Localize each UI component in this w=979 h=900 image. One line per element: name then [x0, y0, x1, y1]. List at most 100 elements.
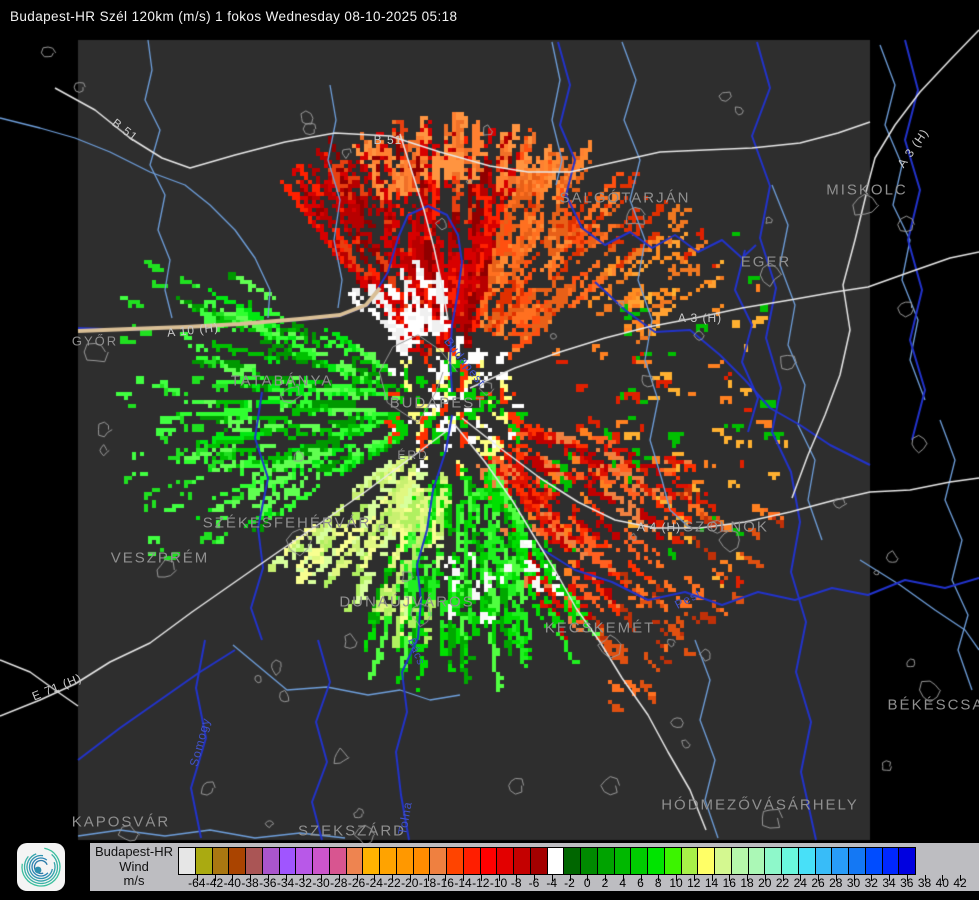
legend-tick-label: 22: [775, 876, 790, 890]
legend-title: Budapest-HR Wind m/s: [90, 844, 178, 889]
legend-color-cell: [663, 847, 682, 875]
legend-color-cell: [395, 847, 414, 875]
legend-color-cell: [446, 847, 464, 875]
legend-tick-label: -42: [205, 876, 224, 890]
legend-color-cell: [797, 847, 816, 875]
legend-color-cell: [429, 847, 447, 875]
legend-tick-label: 8: [654, 876, 662, 890]
radar-spiral-logo-icon: [17, 843, 65, 891]
legend-tick-label: -38: [241, 876, 259, 890]
legend-units: m/s: [123, 873, 145, 888]
legend-color-cell: [412, 847, 431, 875]
legend-color-cell: [781, 847, 799, 875]
legend-color-cell: [245, 847, 263, 875]
legend-tick-label: -34: [276, 876, 295, 890]
legend-color-cell: [580, 847, 598, 875]
legend-tick-label: 34: [882, 876, 896, 890]
legend-color-cell: [211, 847, 230, 875]
legend-tick-label: -20: [401, 876, 419, 890]
city-label: SALGÓTARJÁN: [559, 189, 691, 207]
legend-tick-label: 28: [829, 876, 843, 890]
legend-color-bar: [178, 847, 916, 875]
legend-color-cell: [697, 847, 715, 875]
legend-tick-label: 30: [846, 876, 861, 890]
legend-color-cell: [178, 847, 196, 875]
legend-tick-label: -4: [546, 876, 558, 890]
city-label: KECSKEMÉT: [544, 619, 656, 637]
legend-color-cell: [261, 847, 280, 875]
legend-color-cell: [529, 847, 548, 875]
radar-map-canvas: [0, 0, 979, 900]
legend-color-cell: [630, 847, 648, 875]
city-label: GYŐR: [71, 333, 119, 349]
legend-tick-label: -16: [436, 876, 454, 890]
city-label: SZEKSZÁRD: [297, 822, 407, 840]
legend-tick-label: 42: [953, 876, 967, 890]
radar-app-window: { "header": { "title": "Budapest-HR Szél…: [0, 0, 979, 900]
legend-tick-label: 16: [722, 876, 736, 890]
legend-tick-label: -36: [259, 876, 277, 890]
legend-color-cell: [328, 847, 347, 875]
legend-tick-label: 40: [935, 876, 949, 890]
city-label: SZÉKESFEHÉRVÁR: [202, 514, 372, 532]
legend-color-cell: [546, 847, 565, 875]
road-label: A 3 (H): [677, 311, 723, 325]
city-label: MISKOLC: [826, 181, 908, 199]
legend-tick-label: 2: [601, 876, 609, 890]
legend-color-cell: [764, 847, 782, 875]
city-label: BÉKÉSCSABA: [887, 696, 979, 714]
legend-color-cell: [613, 847, 632, 875]
legend-tick-label: 10: [669, 876, 683, 890]
legend-tick-label: -28: [330, 876, 348, 890]
legend-tick-label: 36: [900, 876, 914, 890]
legend-color-cell: [596, 847, 615, 875]
legend-product: Wind: [119, 858, 149, 874]
page-title: Budapest-HR Szél 120km (m/s) 1 fokos Wed…: [10, 9, 458, 24]
road-label: A 4 (H): [636, 520, 682, 534]
legend-color-cell: [379, 847, 397, 875]
legend-tick-label: 12: [687, 876, 701, 890]
legend-tick-label: -8: [510, 876, 522, 890]
legend-color-cell: [563, 847, 581, 875]
legend-tick-label: -10: [489, 876, 508, 890]
legend-color-cell: [831, 847, 849, 875]
legend-tick-label: -24: [365, 876, 383, 890]
legend-color-cell: [462, 847, 481, 875]
legend-color-cell: [680, 847, 699, 875]
legend-tick-label: 4: [619, 876, 627, 890]
legend-color-cell: [730, 847, 749, 875]
legend-tick-label: -64: [188, 876, 206, 890]
legend-color-cell: [881, 847, 900, 875]
legend-color-cell: [295, 847, 313, 875]
legend-source: Budapest-HR: [94, 844, 174, 859]
legend-tick-label: -30: [312, 876, 330, 890]
legend-tick-label: 24: [793, 876, 807, 890]
city-label: ÉRD: [397, 448, 429, 462]
city-label: BUDAPEST: [389, 394, 487, 412]
legend-tick-label: 26: [811, 876, 825, 890]
legend-color-cell: [848, 847, 866, 875]
legend-color-cell: [747, 847, 766, 875]
road-label: B 51: [373, 133, 403, 147]
legend-color-cell: [479, 847, 498, 875]
legend-color-cell: [714, 847, 732, 875]
legend-panel: Budapest-HR Wind m/s -64 -42 -40 -38 -36 -34-…: [90, 843, 979, 891]
legend-tick-label: 20: [758, 876, 772, 890]
legend-tick-label: 18: [740, 876, 754, 890]
legend-color-cell: [362, 847, 380, 875]
legend-tick-label: -26: [347, 876, 366, 890]
legend-color-cell: [278, 847, 297, 875]
legend-tick-label: -40: [223, 876, 241, 890]
legend-tick-label: -32: [294, 876, 312, 890]
city-label: HÓDMEZŐVÁSÁRHELY: [661, 796, 859, 814]
legend-tick-label: -14: [454, 876, 472, 890]
legend-color-cell: [647, 847, 665, 875]
city-label: SZOLNOK: [683, 518, 769, 536]
legend-color-cell: [814, 847, 833, 875]
legend-tick-label: 0: [583, 876, 591, 890]
legend-color-cell: [228, 847, 246, 875]
legend-tick-label: 32: [864, 876, 878, 890]
city-label: VESZPRÉM: [110, 549, 210, 567]
legend-color-cell: [194, 847, 213, 875]
legend-tick-label: -22: [383, 876, 401, 890]
